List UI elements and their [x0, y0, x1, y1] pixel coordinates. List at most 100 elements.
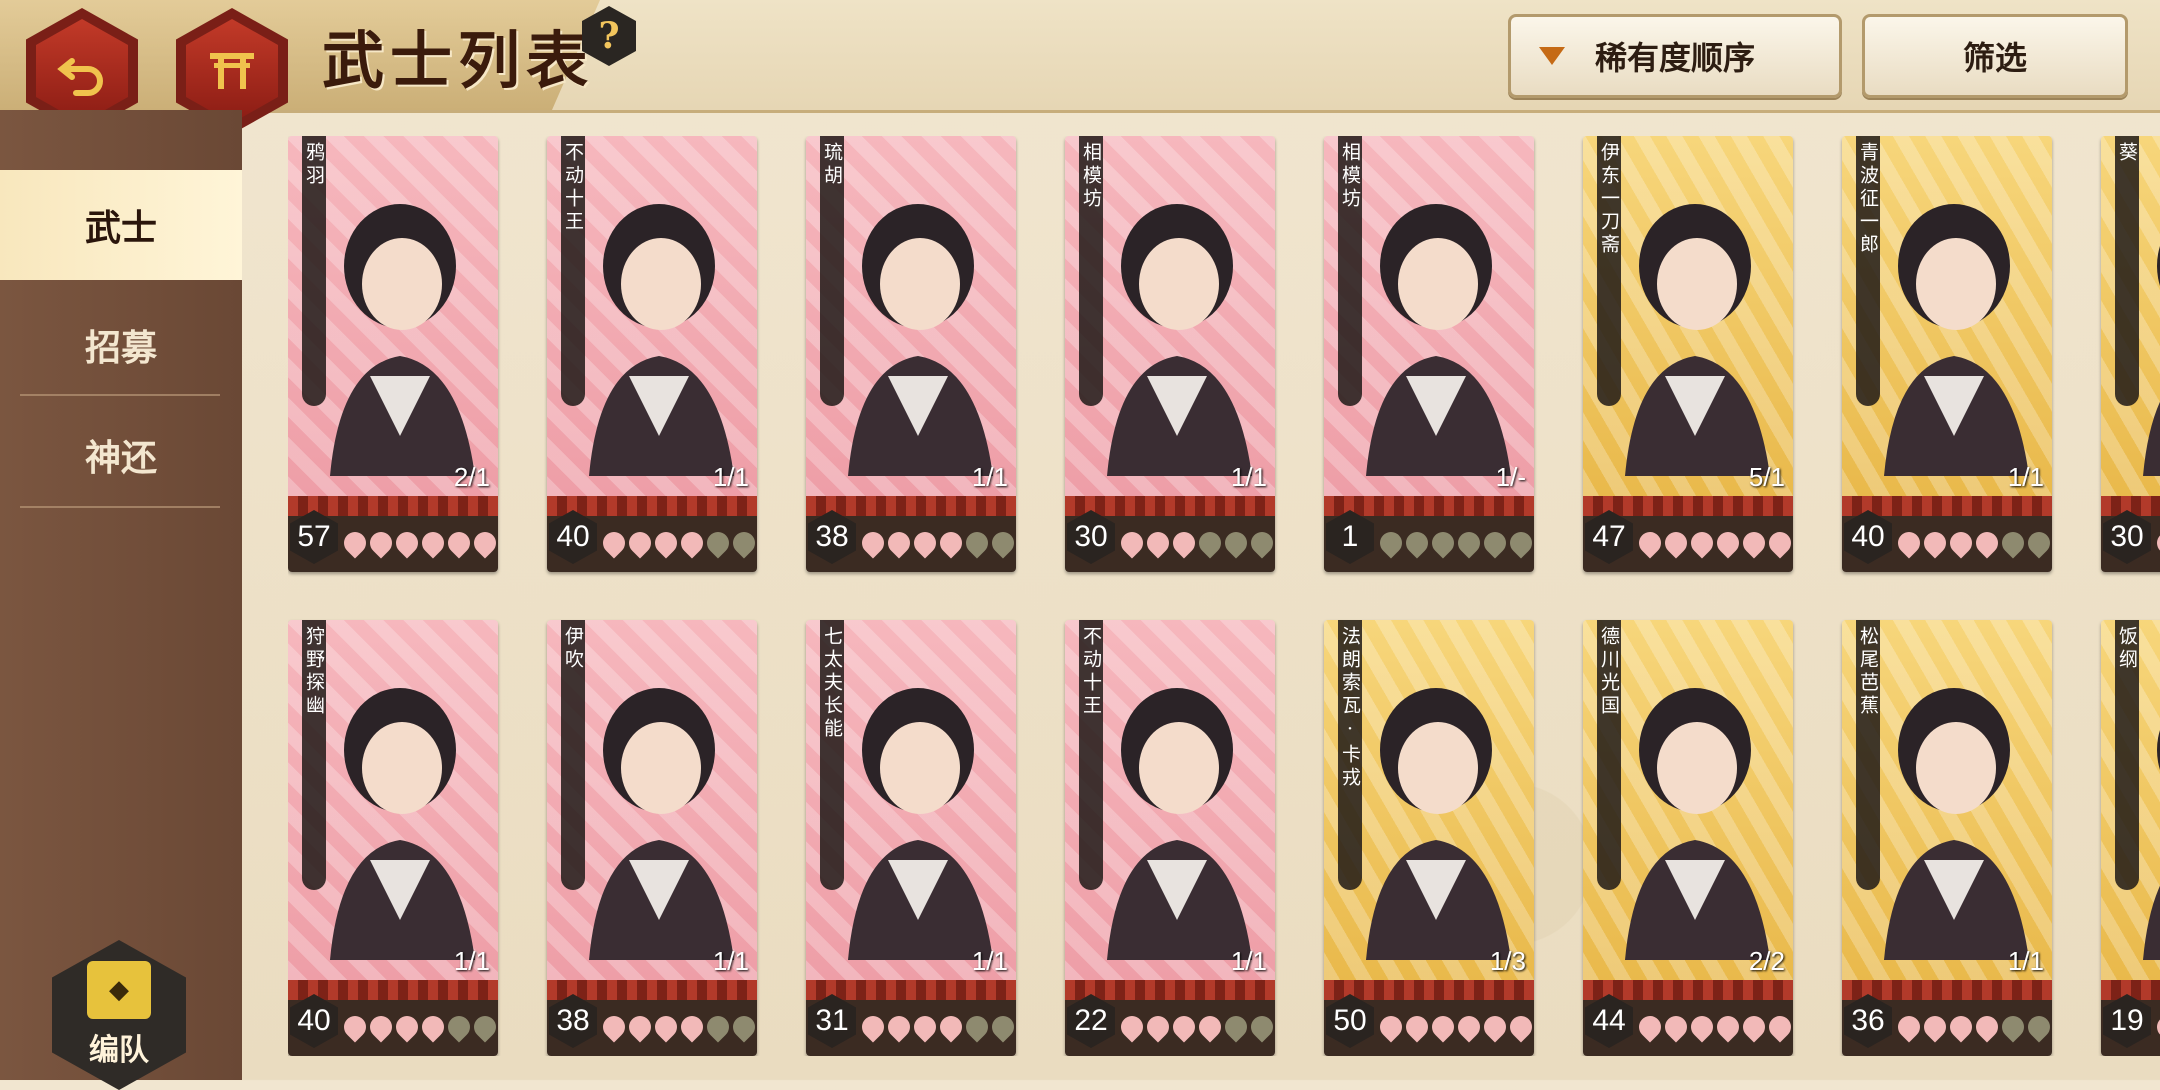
- petal-icon: [1401, 527, 1433, 559]
- petal-icon: [2152, 527, 2160, 559]
- petal-icon: [1686, 527, 1718, 559]
- star-rating: [1116, 1011, 1275, 1043]
- samurai-card[interactable]: 饭纲 19: [2101, 620, 2160, 1056]
- petal-icon: [1634, 1011, 1666, 1043]
- character-name: 琉胡: [821, 142, 843, 188]
- petal-icon: [650, 1011, 682, 1043]
- card-artwork: 松尾芭蕉 1/1: [1842, 620, 2052, 980]
- card-artwork: 伊东一刀斋 5/1: [1583, 136, 1793, 496]
- filter-button[interactable]: 筛选: [1862, 14, 2128, 98]
- petal-icon: [909, 1011, 941, 1043]
- samurai-card-grid: 鸦羽 2/1 57 不动十王 1/1 40 琉胡 1/1 38 相模坊 1/1 30 相模坊 1/- 1 伊东…: [288, 136, 2160, 1056]
- petal-icon: [469, 527, 498, 559]
- samurai-card[interactable]: 青波征一郎 1/1 40: [1842, 136, 2052, 572]
- petal-icon: [1479, 1011, 1511, 1043]
- petal-icon: [1375, 1011, 1407, 1043]
- samurai-card[interactable]: 七太夫长能 1/1 31: [806, 620, 1016, 1056]
- petal-icon: [987, 1011, 1016, 1043]
- help-icon: ?: [598, 15, 620, 57]
- petal-icon: [702, 527, 734, 559]
- level-badge: 22: [1067, 994, 1115, 1048]
- petal-icon: [1738, 527, 1770, 559]
- decorative-strip: [806, 496, 1016, 516]
- petal-icon: [1505, 1011, 1534, 1043]
- petal-icon: [1686, 1011, 1718, 1043]
- petal-icon: [1634, 527, 1666, 559]
- samurai-card[interactable]: 葵 30: [2101, 136, 2160, 572]
- back-arrow-icon: [57, 58, 103, 96]
- level-badge: 50: [1326, 994, 1374, 1048]
- character-name: 伊吹: [562, 626, 584, 672]
- card-artwork: 不动十王 1/1: [547, 136, 757, 496]
- samurai-card[interactable]: 不动十王 1/1 40: [547, 136, 757, 572]
- sidebar-item-samurai[interactable]: 武士: [0, 170, 242, 280]
- samurai-card[interactable]: 狩野探幽 1/1 40: [288, 620, 498, 1056]
- petal-icon: [1971, 1011, 2003, 1043]
- card-footer: 22: [1065, 980, 1275, 1056]
- sidebar-item-label: 神还: [84, 437, 157, 479]
- card-artwork: 相模坊 1/1: [1065, 136, 1275, 496]
- petal-icon: [987, 527, 1016, 559]
- level-badge: 40: [290, 994, 338, 1048]
- decorative-strip: [1065, 496, 1275, 516]
- character-portrait-image: [1625, 688, 1770, 960]
- sort-rarity-button[interactable]: 稀有度顺序: [1508, 14, 1842, 98]
- samurai-card[interactable]: 相模坊 1/1 30: [1065, 136, 1275, 572]
- samurai-card[interactable]: 琉胡 1/1 38: [806, 136, 1016, 572]
- samurai-card[interactable]: 鸦羽 2/1 57: [288, 136, 498, 572]
- copies-count: 1/1: [1230, 462, 1267, 492]
- petal-icon: [417, 1011, 449, 1043]
- decorative-strip: [1065, 980, 1275, 1000]
- decorative-strip: [288, 980, 498, 1000]
- petal-icon: [1712, 1011, 1744, 1043]
- petal-icon: [1660, 527, 1692, 559]
- petal-icon: [1246, 527, 1275, 559]
- petal-icon: [2023, 527, 2052, 559]
- samurai-card[interactable]: 德川光国 2/2 44: [1583, 620, 1793, 1056]
- petal-icon: [1142, 527, 1174, 559]
- samurai-card[interactable]: 相模坊 1/- 1: [1324, 136, 1534, 572]
- star-rating: [339, 527, 498, 559]
- samurai-card[interactable]: 松尾芭蕉 1/1 36: [1842, 620, 2052, 1056]
- card-artwork: 葵: [2101, 136, 2160, 496]
- petal-icon: [1375, 527, 1407, 559]
- copies-count: 1/1: [712, 462, 749, 492]
- star-rating: [1893, 1011, 2052, 1043]
- sidebar-item-recruit[interactable]: 招募: [0, 290, 242, 400]
- samurai-card[interactable]: 不动十王 1/1 22: [1065, 620, 1275, 1056]
- star-rating: [1893, 527, 2052, 559]
- star-rating: [1634, 527, 1793, 559]
- samurai-card[interactable]: 法朗索瓦·卡戎 1/3 50: [1324, 620, 1534, 1056]
- petal-icon: [935, 527, 967, 559]
- petal-icon: [1168, 527, 1200, 559]
- petal-icon: [650, 527, 682, 559]
- sidebar-item-return[interactable]: 神还: [0, 400, 242, 510]
- card-artwork: 德川光国 2/2: [1583, 620, 1793, 980]
- petal-icon: [1168, 1011, 1200, 1043]
- petal-icon: [1919, 527, 1951, 559]
- star-rating: [598, 1011, 757, 1043]
- card-artwork: 琉胡 1/1: [806, 136, 1016, 496]
- petal-icon: [1893, 1011, 1925, 1043]
- card-footer: 57: [288, 496, 498, 572]
- decorative-strip: [1583, 980, 1793, 1000]
- character-portrait-image: [1625, 204, 1770, 476]
- petal-icon: [1919, 1011, 1951, 1043]
- samurai-card[interactable]: 伊吹 1/1 38: [547, 620, 757, 1056]
- sidebar-item-label: 武士: [84, 207, 157, 249]
- petal-icon: [1220, 527, 1252, 559]
- team-formation-button[interactable]: ◆ 编队: [52, 940, 186, 1090]
- petal-icon: [1427, 1011, 1459, 1043]
- card-artwork: 狩野探幽 1/1: [288, 620, 498, 980]
- card-artwork: 七太夫长能 1/1: [806, 620, 1016, 980]
- copies-count: 1/-: [1495, 462, 1526, 492]
- character-portrait-image: [848, 204, 993, 476]
- star-rating: [1375, 527, 1534, 559]
- petal-icon: [961, 527, 993, 559]
- petal-icon: [2023, 1011, 2052, 1043]
- petal-icon: [883, 527, 915, 559]
- samurai-card[interactable]: 伊东一刀斋 5/1 47: [1583, 136, 1793, 572]
- card-footer: 38: [806, 496, 1016, 572]
- petal-icon: [1427, 527, 1459, 559]
- character-portrait-image: [1107, 204, 1252, 476]
